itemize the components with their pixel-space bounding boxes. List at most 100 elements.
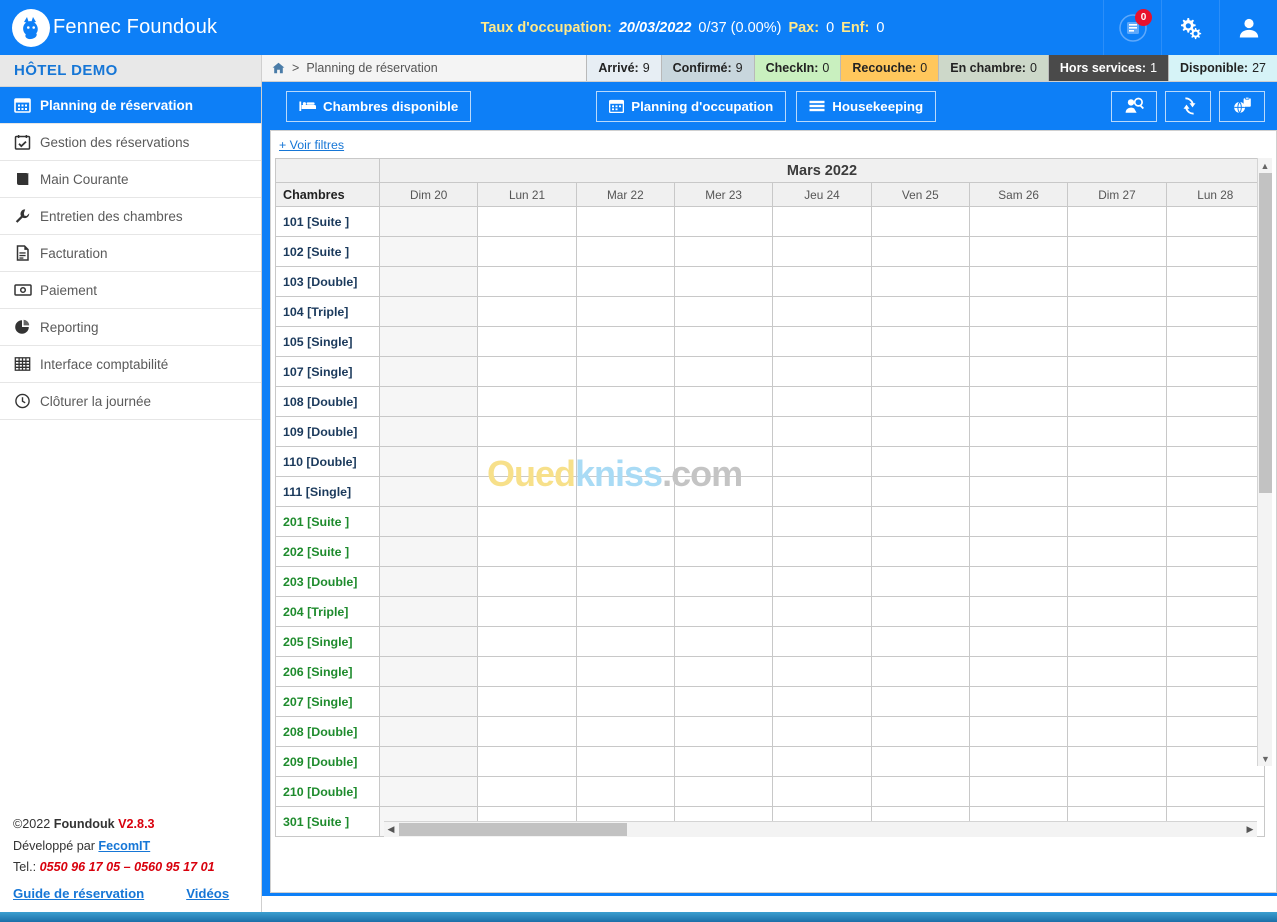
planning-cell[interactable] bbox=[772, 596, 872, 627]
planning-cell[interactable] bbox=[870, 416, 970, 447]
planning-cell[interactable] bbox=[1165, 536, 1266, 567]
room-label[interactable]: 105 [Single] bbox=[275, 326, 380, 357]
planning-cell[interactable] bbox=[870, 776, 970, 807]
room-label[interactable]: 205 [Single] bbox=[275, 626, 380, 657]
planning-cell[interactable] bbox=[772, 446, 872, 477]
planning-cell[interactable] bbox=[772, 476, 872, 507]
planning-cell[interactable] bbox=[1165, 716, 1266, 747]
room-label[interactable]: 101 [Suite ] bbox=[275, 206, 380, 237]
planning-cell[interactable] bbox=[477, 326, 577, 357]
planning-cell[interactable] bbox=[968, 356, 1069, 387]
planning-cell[interactable] bbox=[870, 626, 970, 657]
planning-cell[interactable] bbox=[1165, 266, 1266, 297]
planning-cell[interactable] bbox=[1165, 236, 1266, 267]
planning-cell[interactable] bbox=[575, 746, 675, 777]
planning-cell[interactable] bbox=[575, 566, 675, 597]
planning-cell[interactable] bbox=[477, 236, 577, 267]
planning-cell[interactable] bbox=[378, 656, 479, 687]
planning-cell[interactable] bbox=[968, 596, 1069, 627]
planning-cell[interactable] bbox=[772, 206, 872, 237]
planning-cell[interactable] bbox=[870, 596, 970, 627]
planning-occupation-button[interactable]: Planning d'occupation bbox=[596, 90, 787, 122]
sidebar-item-gestion-reservations[interactable]: Gestion des réservations bbox=[0, 124, 261, 161]
planning-cell[interactable] bbox=[968, 446, 1069, 477]
planning-cell[interactable] bbox=[772, 236, 872, 267]
globe-clipboard-icon[interactable] bbox=[1219, 90, 1265, 122]
planning-cell[interactable] bbox=[772, 536, 872, 567]
planning-cell[interactable] bbox=[968, 746, 1069, 777]
planning-cell[interactable] bbox=[968, 506, 1069, 537]
planning-cell[interactable] bbox=[673, 446, 774, 477]
day-header-mar22[interactable]: Mar 22 bbox=[575, 182, 675, 207]
planning-cell[interactable] bbox=[1067, 296, 1167, 327]
planning-cell[interactable] bbox=[772, 566, 872, 597]
planning-cell[interactable] bbox=[378, 446, 479, 477]
planning-cell[interactable] bbox=[772, 356, 872, 387]
planning-cell[interactable] bbox=[673, 416, 774, 447]
stat-en-chambre[interactable]: En chambre: 0 bbox=[938, 55, 1048, 81]
planning-cell[interactable] bbox=[968, 296, 1069, 327]
planning-cell[interactable] bbox=[673, 626, 774, 657]
filters-toggle[interactable]: + Voir filtres bbox=[271, 131, 1276, 158]
stat-hors-services[interactable]: Hors services: 1 bbox=[1047, 55, 1169, 81]
planning-cell[interactable] bbox=[1067, 686, 1167, 717]
planning-cell[interactable] bbox=[772, 416, 872, 447]
planning-cell[interactable] bbox=[968, 626, 1069, 657]
planning-cell[interactable] bbox=[1067, 416, 1167, 447]
room-label[interactable]: 104 [Triple] bbox=[275, 296, 380, 327]
housekeeping-button[interactable]: Housekeeping bbox=[796, 90, 937, 122]
planning-cell[interactable] bbox=[772, 386, 872, 417]
room-label[interactable]: 208 [Double] bbox=[275, 716, 380, 747]
planning-cell[interactable] bbox=[673, 326, 774, 357]
scroll-left-arrow[interactable]: ◀ bbox=[384, 824, 398, 835]
planning-cell[interactable] bbox=[378, 206, 479, 237]
sidebar-item-entretien-chambres[interactable]: Entretien des chambres bbox=[0, 198, 261, 235]
day-header-sam26[interactable]: Sam 26 bbox=[968, 182, 1069, 207]
gears-icon[interactable] bbox=[1161, 0, 1219, 55]
sidebar-item-facturation[interactable]: Facturation bbox=[0, 235, 261, 272]
planning-cell[interactable] bbox=[968, 386, 1069, 417]
home-icon[interactable] bbox=[272, 62, 285, 74]
planning-cell[interactable] bbox=[673, 296, 774, 327]
planning-cell[interactable] bbox=[1067, 266, 1167, 297]
planning-cell[interactable] bbox=[477, 356, 577, 387]
planning-cell[interactable] bbox=[968, 566, 1069, 597]
developer-link[interactable]: FecomIT bbox=[98, 839, 150, 853]
planning-cell[interactable] bbox=[1165, 566, 1266, 597]
planning-cell[interactable] bbox=[870, 236, 970, 267]
planning-cell[interactable] bbox=[575, 626, 675, 657]
planning-cell[interactable] bbox=[1067, 386, 1167, 417]
planning-cell[interactable] bbox=[870, 266, 970, 297]
planning-cell[interactable] bbox=[772, 266, 872, 297]
planning-cell[interactable] bbox=[1067, 236, 1167, 267]
planning-cell[interactable] bbox=[1067, 746, 1167, 777]
planning-cell[interactable] bbox=[575, 356, 675, 387]
planning-cell[interactable] bbox=[870, 716, 970, 747]
planning-cell[interactable] bbox=[772, 296, 872, 327]
planning-cell[interactable] bbox=[575, 686, 675, 717]
planning-cell[interactable] bbox=[378, 506, 479, 537]
planning-cell[interactable] bbox=[1067, 536, 1167, 567]
day-header-jeu24[interactable]: Jeu 24 bbox=[772, 182, 872, 207]
planning-cell[interactable] bbox=[1165, 656, 1266, 687]
planning-cell[interactable] bbox=[378, 386, 479, 417]
day-header-lun21[interactable]: Lun 21 bbox=[477, 182, 577, 207]
planning-cell[interactable] bbox=[1067, 776, 1167, 807]
stat-checkin[interactable]: CheckIn: 0 bbox=[753, 55, 841, 81]
planning-cell[interactable] bbox=[477, 206, 577, 237]
sidebar-item-interface-comptabilite[interactable]: Interface comptabilité bbox=[0, 346, 261, 383]
planning-cell[interactable] bbox=[378, 326, 479, 357]
planning-cell[interactable] bbox=[772, 776, 872, 807]
planning-cell[interactable] bbox=[378, 266, 479, 297]
planning-cell[interactable] bbox=[673, 206, 774, 237]
planning-cell[interactable] bbox=[968, 476, 1069, 507]
voir-filtres-link[interactable]: + Voir filtres bbox=[279, 138, 344, 152]
planning-cell[interactable] bbox=[673, 776, 774, 807]
user-icon[interactable] bbox=[1219, 0, 1277, 55]
planning-cell[interactable] bbox=[870, 566, 970, 597]
planning-cell[interactable] bbox=[477, 416, 577, 447]
planning-cell[interactable] bbox=[870, 656, 970, 687]
day-header-dim20[interactable]: Dim 20 bbox=[378, 182, 479, 207]
planning-cell[interactable] bbox=[1067, 206, 1167, 237]
planning-cell[interactable] bbox=[575, 446, 675, 477]
